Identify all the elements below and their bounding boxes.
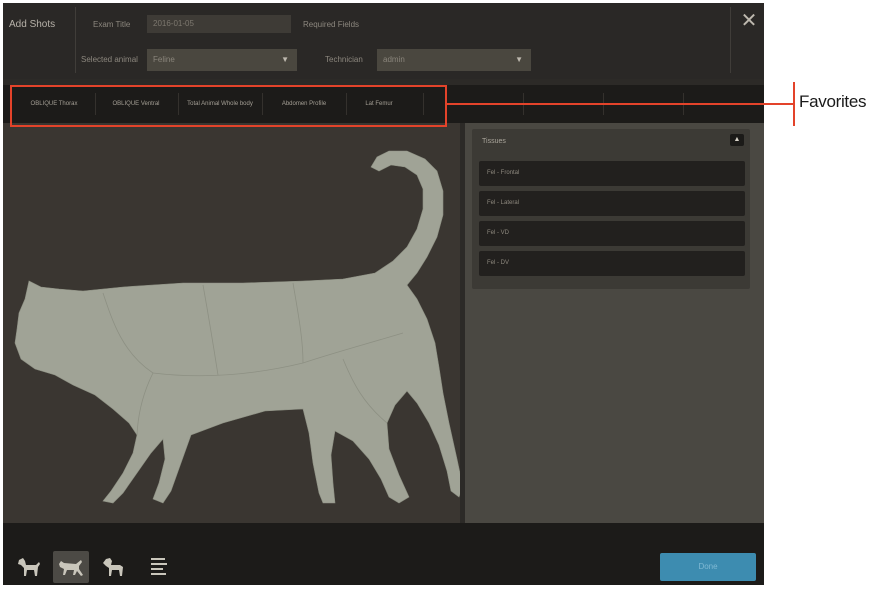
chevron-down-icon: ▼ — [281, 55, 289, 64]
header: Add Shots Exam Title 2016-01-05 Required… — [3, 3, 764, 79]
close-icon[interactable]: ✕ — [737, 9, 761, 33]
selected-animal-value: Feline — [153, 55, 175, 64]
technician-select[interactable]: admin ▼ — [377, 49, 531, 71]
favorites-callout-tick — [793, 82, 795, 126]
favorites-callout-label: Favorites — [799, 92, 867, 111]
favorites-callout-line — [447, 103, 795, 105]
cat-view-icon[interactable] — [53, 551, 89, 583]
tissue-item[interactable]: Fel - DV — [479, 251, 745, 276]
exam-title-field[interactable]: 2016-01-05 — [147, 15, 291, 33]
exam-title-label: Exam Title — [93, 20, 131, 29]
technician-value: admin — [383, 55, 405, 64]
header-divider — [730, 7, 731, 73]
done-button[interactable]: Done — [660, 553, 756, 581]
collapse-icon[interactable]: ▲ — [730, 134, 744, 146]
tissue-item[interactable]: Fel - VD — [479, 221, 745, 246]
footer-bar: Done — [3, 523, 764, 585]
anatomy-canvas[interactable] — [3, 123, 464, 523]
selected-animal-select[interactable]: Feline ▼ — [147, 49, 297, 71]
tissues-panel: Tissues ▲ Fel - Frontal Fel - Lateral Fe… — [472, 129, 750, 289]
header-divider — [75, 7, 76, 73]
chevron-down-icon: ▼ — [515, 55, 523, 64]
window-title: Add Shots — [9, 19, 56, 30]
favorites-callout-box — [10, 85, 447, 127]
cat-silhouette[interactable] — [3, 123, 464, 523]
list-view-icon[interactable] — [141, 551, 177, 583]
horse-view-icon[interactable] — [95, 551, 131, 583]
dog-view-icon[interactable] — [11, 551, 47, 583]
tissue-item[interactable]: Fel - Frontal — [479, 161, 745, 186]
selected-animal-label: Selected animal — [81, 55, 138, 64]
tissue-item[interactable]: Fel - Lateral — [479, 191, 745, 216]
tissues-title: Tissues — [482, 138, 506, 145]
required-fields-label: Required Fields — [303, 20, 360, 29]
technician-label: Technician — [325, 55, 363, 64]
